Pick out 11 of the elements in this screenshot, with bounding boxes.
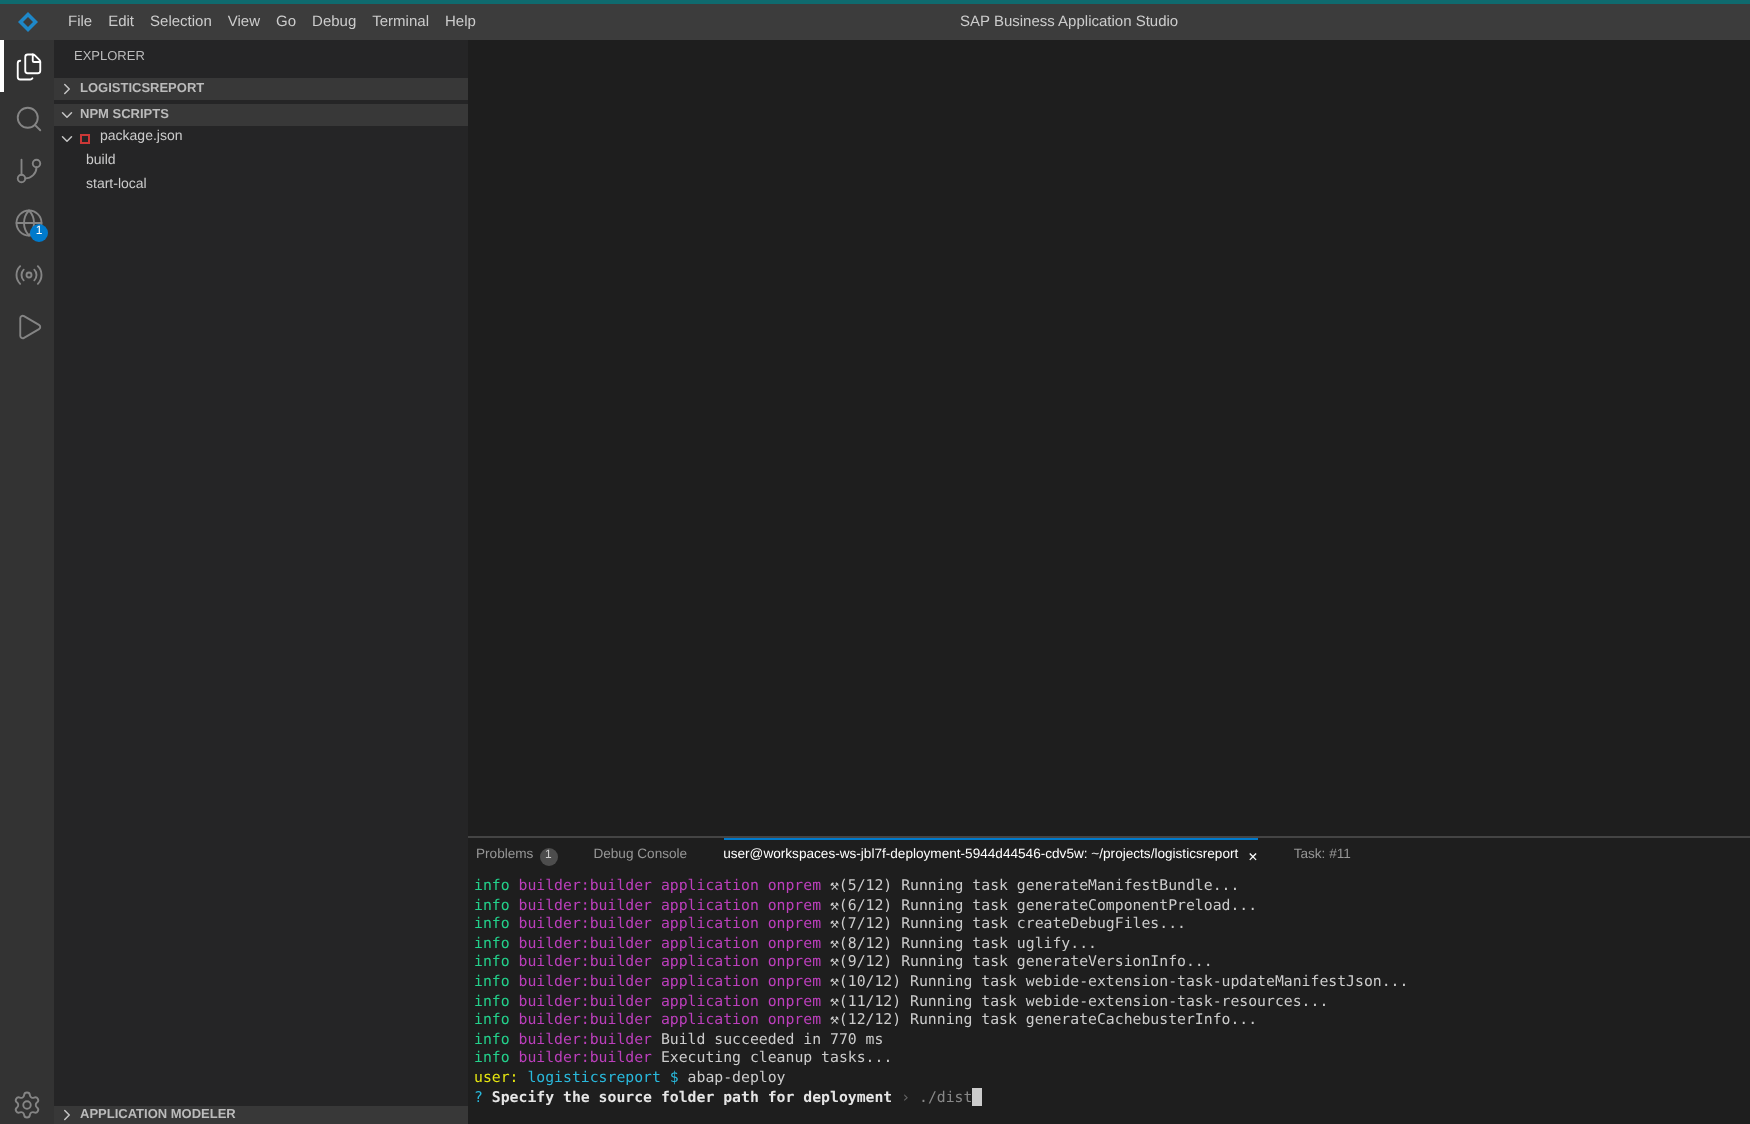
chevron-right-icon	[58, 80, 76, 98]
search-icon	[14, 103, 44, 133]
chevron-right-icon	[58, 1106, 76, 1124]
close-button[interactable]: ×	[1248, 845, 1258, 869]
file-icon	[80, 133, 90, 143]
files-icon	[14, 51, 44, 81]
settings-icon[interactable]	[12, 1090, 42, 1120]
probe-icon	[14, 259, 44, 289]
run-icon	[14, 311, 44, 341]
branch-icon	[14, 155, 44, 185]
globe-icon	[14, 207, 44, 237]
